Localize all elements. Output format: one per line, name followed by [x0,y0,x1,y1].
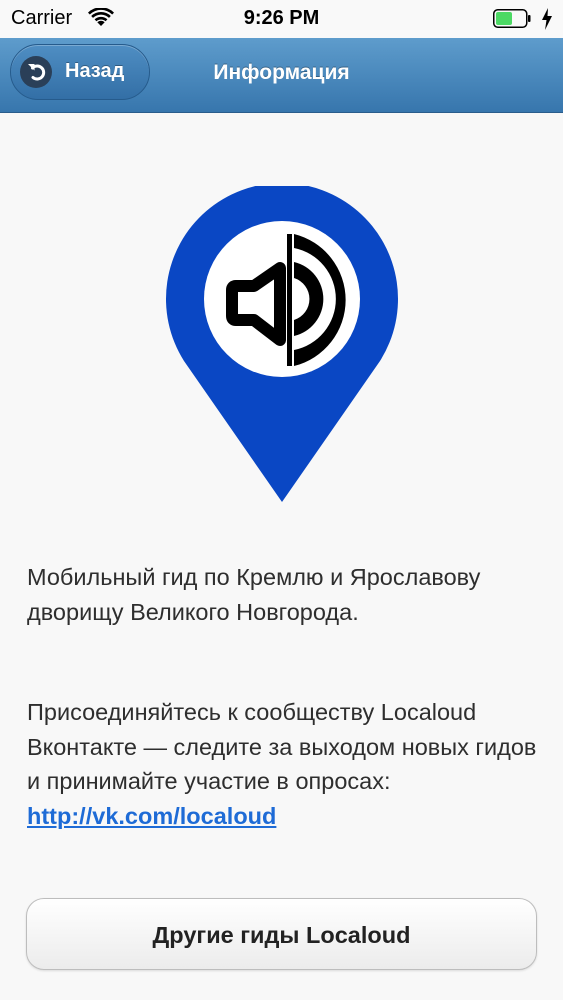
charging-bolt-icon [542,8,552,30]
navigation-bar: Назад Информация [0,38,563,113]
info-screen: Carrier 9:26 PM Назад Информация Мобильн… [0,0,563,1000]
page-title: Информация [213,61,350,84]
vk-community-link[interactable]: http://vk.com/localoud [27,803,276,829]
other-guides-button[interactable]: Другие гиды Localoud [26,898,537,970]
community-invitation: Присоединяйтесь к сообществу Localoud Вк… [27,699,537,794]
localoud-pin-logo [166,186,398,502]
status-time: 9:26 PM [243,7,320,29]
battery-icon [493,9,531,28]
status-bar: Carrier 9:26 PM [0,0,563,38]
guide-description: Мобильный гид по Кремлю и Ярославову дво… [27,564,481,625]
community-text-block: Присоединяйтесь к сообществу Localoud Вк… [27,695,537,833]
